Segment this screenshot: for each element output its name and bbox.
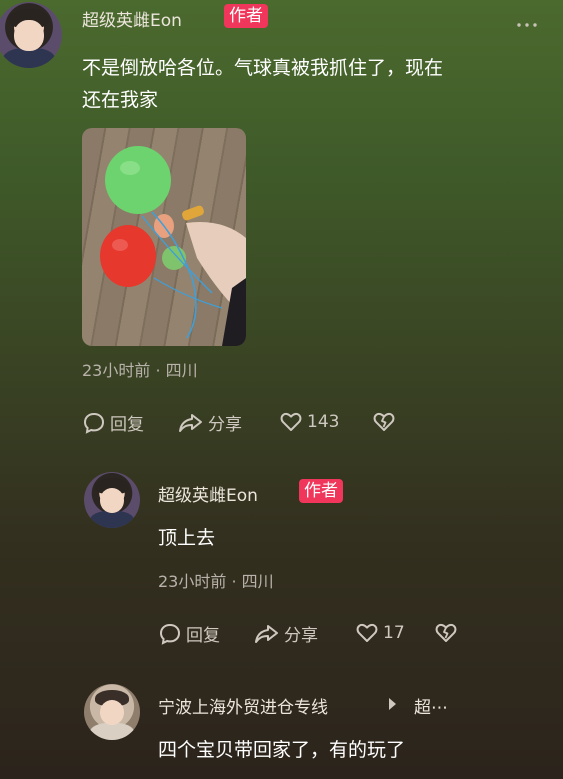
heart-icon <box>356 623 378 642</box>
comment-meta: 23小时前 · 四川 <box>158 572 274 591</box>
reply-label: 回复 <box>186 626 220 646</box>
reply-icon <box>83 412 105 434</box>
avatar[interactable] <box>84 472 140 528</box>
reply-arrow-icon <box>389 698 396 710</box>
reply-button[interactable]: 回复 <box>82 410 144 435</box>
broken-heart-icon <box>435 623 457 642</box>
share-button[interactable]: 分享 <box>254 621 318 646</box>
broken-heart-icon <box>373 412 395 431</box>
reply-target-username[interactable]: 超⋯ <box>414 693 448 718</box>
comment-image[interactable] <box>82 128 246 346</box>
balloon-photo-illustration <box>100 146 246 346</box>
avatar[interactable] <box>84 684 140 740</box>
comment-text-line: 不是倒放哈各位。气球真被我抓住了，现在 <box>82 57 444 79</box>
share-button[interactable]: 分享 <box>178 410 242 435</box>
share-icon <box>255 624 278 643</box>
avatar[interactable] <box>0 2 62 68</box>
comment-username[interactable]: 宁波上海外贸进仓专线 <box>158 693 328 718</box>
comment-text: 四个宝贝带回家了，有的玩了 <box>158 739 406 761</box>
like-count: 17 <box>383 623 405 643</box>
like-button[interactable]: 143 <box>279 410 339 434</box>
dislike-button[interactable] <box>434 621 458 645</box>
share-icon <box>179 413 202 432</box>
ellipsis-icon <box>517 23 537 27</box>
author-badge: 作者 <box>299 479 343 503</box>
comment-username[interactable]: 超级英雌Eon <box>158 481 258 506</box>
comment-meta: 23小时前 · 四川 <box>82 361 198 380</box>
like-count: 143 <box>307 412 340 432</box>
comment-text: 顶上去 <box>158 527 216 549</box>
heart-icon <box>280 412 302 431</box>
reply-icon <box>159 623 181 645</box>
like-button[interactable]: 17 <box>355 621 405 645</box>
reply-label: 回复 <box>110 415 144 435</box>
comment-text-line: 还在我家 <box>82 89 159 111</box>
dislike-button[interactable] <box>372 410 396 434</box>
comment-username[interactable]: 超级英雌Eon <box>82 6 182 31</box>
reply-button[interactable]: 回复 <box>158 621 220 646</box>
author-badge: 作者 <box>224 4 268 28</box>
share-label: 分享 <box>284 626 318 646</box>
share-label: 分享 <box>208 415 242 435</box>
more-options-button[interactable] <box>514 14 542 28</box>
comment-text: 不是倒放哈各位。气球真被我抓住了，现在 还在我家 <box>82 52 552 116</box>
